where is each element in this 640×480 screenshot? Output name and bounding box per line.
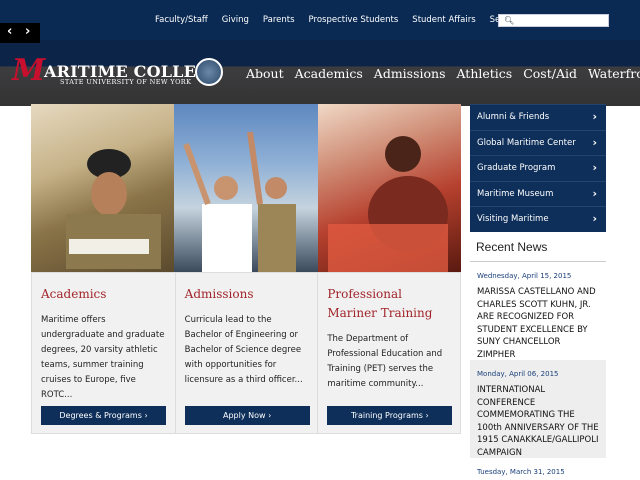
chevron-right-icon: › [592, 186, 597, 200]
faculty-staff-link[interactable]: Faculty/Staff [155, 15, 208, 25]
sidebar-item-label: Visiting Maritime [477, 214, 549, 224]
main-nav: About Academics Admissions Athletics Cos… [246, 66, 640, 81]
feature-cards: Academics Maritime offers undergraduate … [31, 272, 461, 434]
card-title[interactable]: Professional Mariner Training [327, 285, 450, 323]
utility-nav: Faculty/Staff Giving Parents Prospective… [155, 15, 519, 25]
logo-subtitle: STATE UNIVERSITY OF NEW YORK [60, 78, 192, 86]
card-academics: Academics Maritime offers undergraduate … [32, 273, 175, 433]
card-professional-mariner: Professional Mariner Training The Depart… [317, 273, 460, 433]
college-seal-icon [195, 58, 223, 86]
logo-m[interactable]: M [12, 56, 45, 86]
chevron-right-icon: › [592, 212, 597, 225]
nav-cost-aid[interactable]: Cost/Aid [523, 66, 577, 81]
feature-photos [31, 104, 461, 272]
sidebar-item-graduate-program[interactable]: Graduate Program › [470, 155, 606, 181]
news-item[interactable]: Monday, April 06, 2015 INTERNATIONAL CON… [470, 360, 606, 458]
student-affairs-link[interactable]: Student Affairs [412, 15, 475, 25]
nav-academics[interactable]: Academics [295, 66, 363, 81]
chevron-right-icon: › [268, 411, 272, 420]
slider-arrows: ‹ › [0, 23, 40, 43]
chevron-right-icon: › [592, 161, 597, 174]
card-text: The Department of Professional Education… [327, 334, 443, 389]
card-text: Maritime offers undergraduate and gradua… [41, 315, 165, 400]
nav-about[interactable]: About [246, 66, 284, 81]
apply-now-button[interactable]: Apply Now › [184, 406, 310, 425]
news-item[interactable]: Wednesday, April 15, 2015 MARISSA CASTEL… [470, 262, 606, 362]
nav-admissions[interactable]: Admissions [374, 66, 446, 81]
top-bar: Faculty/Staff Giving Parents Prospective… [0, 0, 640, 40]
admissions-photo[interactable] [174, 104, 318, 272]
sidebar-item-maritime-museum[interactable]: Maritime Museum › [470, 180, 606, 206]
chevron-right-icon: › [592, 110, 597, 123]
sidebar-item-global-maritime-center[interactable]: Global Maritime Center › [470, 129, 606, 155]
professional-mariner-photo[interactable] [317, 104, 461, 272]
parents-link[interactable]: Parents [263, 15, 295, 25]
degrees-programs-button[interactable]: Degrees & Programs › [41, 406, 166, 425]
prospective-students-link[interactable]: Prospective Students [309, 15, 399, 25]
sidebar-item-label: Graduate Program [477, 163, 556, 173]
card-text: Curricula lead to the Bachelor of Engine… [184, 315, 303, 385]
giving-link[interactable]: Giving [222, 15, 249, 25]
news-title[interactable]: MARISSA CASTELLANO AND CHARLES SCOTT KUH… [477, 286, 600, 361]
sidebar-item-label: Global Maritime Center [477, 137, 576, 148]
news-title[interactable]: INTERNATIONAL CONFERENCE COMMEMORATING T… [477, 384, 600, 459]
search-icon: 🔍︎ [504, 16, 515, 25]
news-date: Tuesday, March 31, 2015 [477, 468, 565, 476]
sidebar-item-label: Alumni & Friends [477, 112, 550, 122]
sidebar-item-alumni-friends[interactable]: Alumni & Friends › [470, 104, 606, 130]
sidebar-item-visiting-maritime[interactable]: Visiting Maritime › [470, 206, 606, 232]
button-label: Apply Now [223, 411, 266, 420]
nav-waterfront[interactable]: Waterfront [588, 66, 640, 81]
academics-photo[interactable] [31, 104, 175, 272]
news-item[interactable]: Tuesday, March 31, 2015 [470, 458, 606, 480]
training-programs-button[interactable]: Training Programs › [327, 406, 453, 425]
news-date: Wednesday, April 15, 2015 [477, 272, 572, 280]
chevron-right-icon: › [144, 411, 148, 420]
page: { "top_nav": { "links": ["Faculty/Staff"… [0, 0, 640, 480]
card-title[interactable]: Academics [41, 285, 165, 304]
recent-news-heading: Recent News [476, 240, 548, 254]
search-input[interactable]: 🔍︎ [498, 14, 609, 27]
chevron-right-icon: › [592, 135, 597, 149]
next-arrow-icon[interactable]: › [25, 24, 30, 39]
card-admissions: Admissions Curricula lead to the Bachelo… [174, 273, 318, 433]
sidebar-links: Alumni & Friends › Global Maritime Center… [470, 104, 606, 232]
chevron-right-icon: › [425, 411, 429, 420]
button-label: Training Programs [350, 411, 423, 420]
nav-athletics[interactable]: Athletics [457, 66, 513, 81]
card-title[interactable]: Admissions [185, 285, 308, 304]
prev-arrow-icon[interactable]: ‹ [7, 24, 12, 39]
news-date: Monday, April 06, 2015 [477, 370, 559, 378]
sidebar-item-label: Maritime Museum [477, 188, 554, 199]
button-label: Degrees & Programs [59, 411, 142, 420]
